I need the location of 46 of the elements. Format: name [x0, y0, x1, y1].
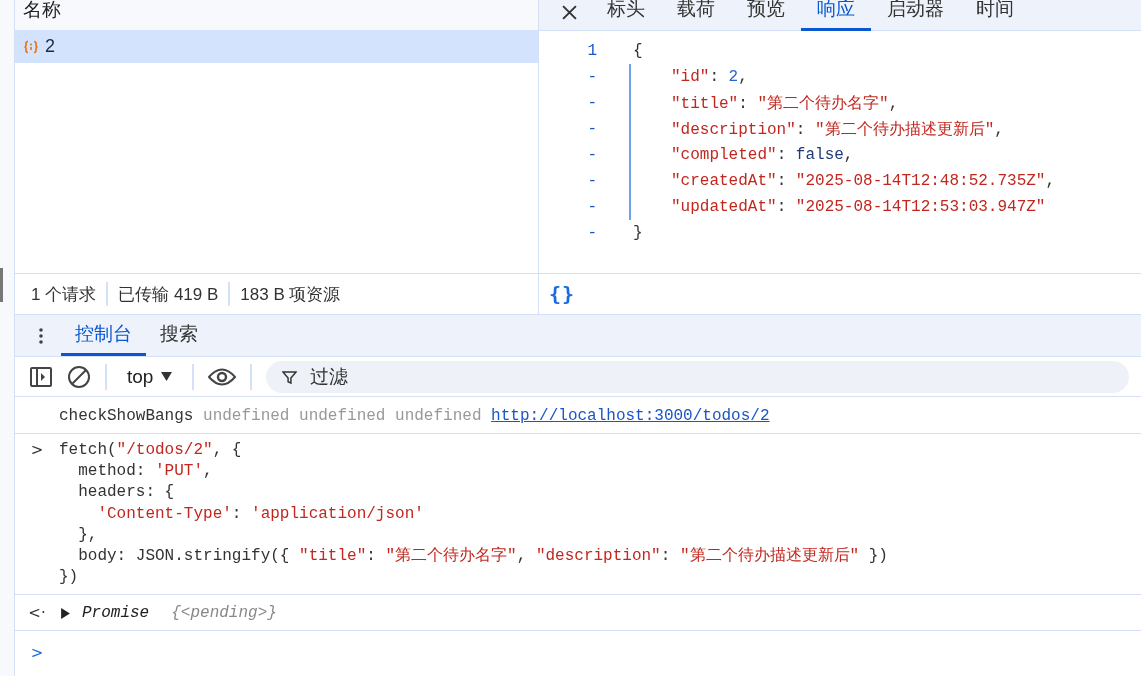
- tab[interactable]: 时间: [976, 1, 1014, 31]
- json-file-icon: [23, 38, 39, 55]
- clear-icon[interactable]: [67, 364, 91, 389]
- close-icon[interactable]: [562, 5, 577, 20]
- prompt-icon: >: [30, 439, 44, 461]
- tab[interactable]: 标头: [607, 1, 645, 31]
- result-text: Promise {<pending>}: [82, 602, 277, 624]
- eye-icon[interactable]: [208, 367, 237, 386]
- resize-handle[interactable]: [0, 268, 3, 302]
- line-number: -: [586, 198, 598, 216]
- more-options-icon[interactable]: [39, 327, 43, 344]
- result-icon: <·: [28, 602, 46, 624]
- line-number: -: [586, 172, 598, 190]
- line-number: -: [586, 68, 598, 86]
- code-line: "createdAt": "2025-08-14T12:48:52.735Z",: [670, 172, 1056, 190]
- tab[interactable]: 预览: [747, 1, 785, 31]
- code-line: "title": "第二个待办名字",: [670, 93, 899, 114]
- context-dropdown[interactable]: top: [121, 365, 179, 388]
- summary-text: 183 B 项资源: [240, 283, 341, 306]
- summary-text: 已传输 419 B: [118, 283, 219, 306]
- tab[interactable]: 载荷: [677, 1, 715, 31]
- code-line: "description": "第二个待办描述更新后",: [670, 119, 1004, 140]
- command-code-text: fetch("/todos/2", { method: 'PUT', headers: { 'Content-Type': 'application/json' }, body: JSON.stringify({ "title": "第二个待办名字", "description": "第二个待办描述更新后" }) }): [59, 439, 888, 589]
- sidebar-toggle-icon[interactable]: [29, 364, 53, 389]
- line-number: -: [586, 146, 598, 164]
- code-line: "id": 2,: [670, 68, 748, 86]
- pretty-print-button[interactable]: {}: [549, 282, 576, 307]
- line-number: -: [586, 94, 598, 112]
- expand-icon[interactable]: [61, 607, 70, 619]
- tab[interactable]: 搜索: [146, 315, 212, 357]
- filter-field[interactable]: 过滤: [266, 360, 1129, 393]
- url-link[interactable]: http://localhost:3000/todos/2: [491, 407, 770, 426]
- code-line: {: [632, 42, 643, 60]
- request-row[interactable]: 2: [15, 30, 538, 63]
- summary-text: 1 个请求: [31, 283, 97, 306]
- caret-icon: [161, 372, 173, 382]
- line-number: -: [586, 224, 598, 242]
- column-header[interactable]: 名称: [23, 0, 61, 21]
- code-line: "completed": false,: [670, 146, 854, 164]
- line-number: -: [586, 120, 598, 138]
- code-line: "updatedAt": "2025-08-14T12:53:03.947Z": [670, 198, 1046, 216]
- code-line: }: [632, 224, 643, 242]
- log-text: checkShowBangs undefined undefined undefined http://localhost:3000/todos/2: [59, 406, 770, 428]
- tab[interactable]: 控制台: [61, 315, 146, 357]
- line-number: 1: [586, 42, 598, 60]
- prompt-icon: >: [30, 643, 44, 664]
